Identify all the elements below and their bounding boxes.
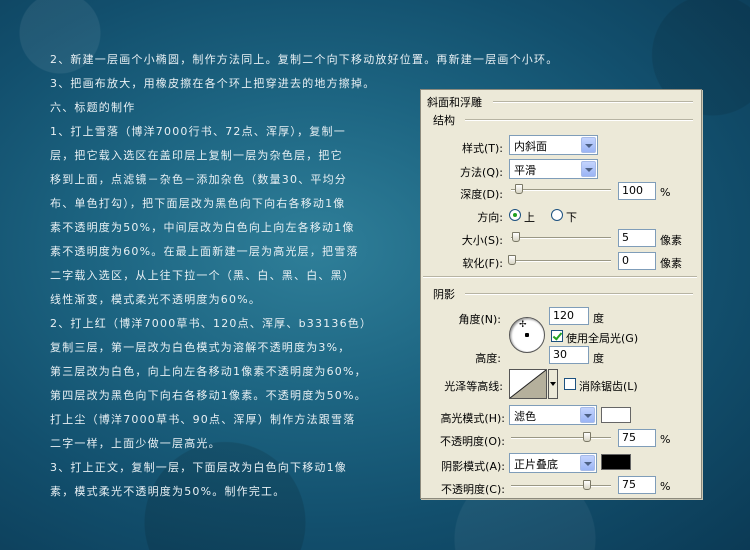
depth-slider-thumb[interactable] bbox=[515, 184, 523, 194]
tutorial-line: 3、打上正文，复制一层，下面层改为白色向下移动1像 bbox=[50, 461, 347, 474]
soften-input[interactable]: 0 bbox=[618, 252, 656, 270]
structure-heading: 结构 bbox=[433, 114, 455, 127]
size-input[interactable]: 5 bbox=[618, 229, 656, 247]
size-slider-thumb[interactable] bbox=[512, 232, 520, 242]
altitude-unit: 度 bbox=[593, 352, 604, 365]
shadow-mode-select[interactable]: 正片叠底 bbox=[509, 453, 597, 473]
highlight-mode-select[interactable]: 滤色 bbox=[509, 405, 597, 425]
tutorial-line: 第四层改为黑色向下向右各移动1像素。不透明度为50%。 bbox=[50, 389, 367, 402]
shadow-opacity-input[interactable]: 75 bbox=[618, 476, 656, 494]
shadow-opacity-slider[interactable] bbox=[511, 485, 611, 487]
direction-label: 方向: bbox=[477, 211, 503, 224]
tutorial-line: 3、把画布放大，用橡皮擦在各个环上把穿进去的地方擦掉。 bbox=[50, 77, 376, 90]
highlight-mode-value: 滤色 bbox=[514, 410, 536, 423]
size-label: 大小(S): bbox=[461, 234, 503, 247]
bevel-emboss-panel: 斜面和浮雕 结构 样式(T): 内斜面 方法(Q): 平滑 深度(D): 100… bbox=[420, 89, 702, 499]
chevron-down-icon bbox=[580, 407, 595, 423]
size-slider[interactable] bbox=[511, 237, 611, 239]
style-select-value: 内斜面 bbox=[514, 140, 547, 153]
antialias-label: 消除锯齿(L) bbox=[579, 380, 638, 393]
tutorial-line: 素不透明度为50%，中间层改为白色向上向左各移动1像 bbox=[50, 221, 355, 234]
tutorial-line: 布、单色打勾），把下面层改为黑色向下向右各移动1像 bbox=[50, 197, 346, 210]
soften-slider[interactable] bbox=[511, 260, 611, 262]
contour-curve-icon bbox=[510, 370, 546, 398]
altitude-input[interactable]: 30 bbox=[549, 346, 589, 364]
shadow-color-swatch[interactable] bbox=[601, 454, 631, 470]
angle-dial[interactable]: ✢ bbox=[509, 317, 545, 353]
contour-picker[interactable] bbox=[509, 369, 547, 399]
shading-heading: 阴影 bbox=[433, 288, 455, 301]
tutorial-line: 素不透明度为60%。在最上面新建一层为高光层，把雪落 bbox=[50, 245, 359, 258]
panel-title: 斜面和浮雕 bbox=[427, 96, 482, 109]
method-select-value: 平滑 bbox=[514, 164, 536, 177]
style-select[interactable]: 内斜面 bbox=[509, 135, 598, 155]
depth-slider[interactable] bbox=[511, 189, 611, 191]
structure-divider bbox=[465, 119, 693, 121]
tutorial-text: 2、新建一层画个小椭圆，制作方法同上。复制二个向下移动放好位置。再新建一层画个小… bbox=[50, 48, 559, 504]
contour-dropdown-button[interactable] bbox=[548, 369, 558, 399]
angle-input[interactable]: 120 bbox=[549, 307, 589, 325]
chevron-down-icon bbox=[581, 137, 596, 153]
shadow-opacity-label: 不透明度(C): bbox=[441, 483, 505, 496]
chevron-down-icon bbox=[580, 455, 595, 471]
shadow-mode-value: 正片叠底 bbox=[514, 458, 558, 471]
highlight-opacity-input[interactable]: 75 bbox=[618, 429, 656, 447]
direction-up-label: 上 bbox=[524, 211, 535, 224]
shadow-opacity-unit: % bbox=[660, 480, 671, 493]
tutorial-line: 层，把它载入选区在盖印层上复制一层为杂色层，把它 bbox=[50, 149, 343, 162]
direction-down-radio[interactable] bbox=[551, 209, 563, 221]
tutorial-line: 2、打上红（博洋7000草书、120点、浑厚、b33136色） bbox=[50, 317, 373, 330]
tutorial-heading: 六、标题的制作 bbox=[50, 101, 136, 114]
highlight-opacity-thumb[interactable] bbox=[583, 432, 591, 442]
highlight-opacity-slider[interactable] bbox=[511, 437, 611, 439]
contour-label: 光泽等高线: bbox=[444, 380, 503, 393]
soften-unit: 像素 bbox=[660, 257, 682, 270]
tutorial-line: 二字一样，上面少做一层高光。 bbox=[50, 437, 221, 450]
shadow-opacity-thumb[interactable] bbox=[583, 480, 591, 490]
soften-label: 软化(F): bbox=[462, 257, 503, 270]
dial-center bbox=[525, 333, 529, 337]
size-unit: 像素 bbox=[660, 234, 682, 247]
depth-label: 深度(D): bbox=[460, 188, 503, 201]
chevron-down-icon bbox=[581, 161, 596, 177]
depth-unit: % bbox=[660, 186, 671, 199]
global-light-checkbox[interactable] bbox=[551, 330, 563, 342]
altitude-label: 高度: bbox=[475, 352, 501, 365]
antialias-checkbox[interactable] bbox=[564, 378, 576, 390]
method-select[interactable]: 平滑 bbox=[509, 159, 598, 179]
title-divider bbox=[493, 101, 693, 103]
depth-input[interactable]: 100 bbox=[618, 182, 656, 200]
chevron-down-icon bbox=[550, 382, 556, 386]
highlight-mode-label: 高光模式(H): bbox=[440, 412, 505, 425]
global-light-label: 使用全局光(G) bbox=[566, 332, 639, 345]
direction-up-radio[interactable] bbox=[509, 209, 521, 221]
tutorial-line: 复制三层，第一层改为白色模式为溶解不透明度为3%， bbox=[50, 341, 351, 354]
tutorial-line: 第三层改为白色，向上向左各移动1像素不透明度为60%， bbox=[50, 365, 367, 378]
tutorial-line: 素，模式柔光不透明度为50%。制作完工。 bbox=[50, 485, 286, 498]
crosshair-icon: ✢ bbox=[519, 320, 527, 330]
tutorial-line: 线性渐变，模式柔光不透明度为60%。 bbox=[50, 293, 262, 306]
highlight-opacity-label: 不透明度(O): bbox=[440, 435, 505, 448]
tutorial-line: 移到上面，点滤镜－杂色－添加杂色（数量30、平均分 bbox=[50, 173, 347, 186]
highlight-color-swatch[interactable] bbox=[601, 407, 631, 423]
angle-label: 角度(N): bbox=[458, 313, 501, 326]
style-label: 样式(T): bbox=[461, 142, 503, 155]
tutorial-line: 打上尘（博洋7000草书、90点、浑厚）制作方法跟雪落 bbox=[50, 413, 356, 426]
method-label: 方法(Q): bbox=[460, 166, 503, 179]
highlight-opacity-unit: % bbox=[660, 433, 671, 446]
shadow-mode-label: 阴影模式(A): bbox=[441, 460, 505, 473]
direction-down-label: 下 bbox=[566, 211, 577, 224]
shading-divider bbox=[465, 293, 693, 295]
tutorial-line: 1、打上雪落（博洋7000行书、72点、浑厚），复制一 bbox=[50, 125, 346, 138]
section-divider bbox=[423, 276, 697, 278]
soften-slider-thumb[interactable] bbox=[508, 255, 516, 265]
tutorial-line: 2、新建一层画个小椭圆，制作方法同上。复制二个向下移动放好位置。再新建一层画个小… bbox=[50, 53, 559, 66]
tutorial-line: 二字载入选区，从上往下拉一个（黑、白、黑、白、黑） bbox=[50, 269, 355, 282]
angle-unit: 度 bbox=[593, 312, 604, 325]
